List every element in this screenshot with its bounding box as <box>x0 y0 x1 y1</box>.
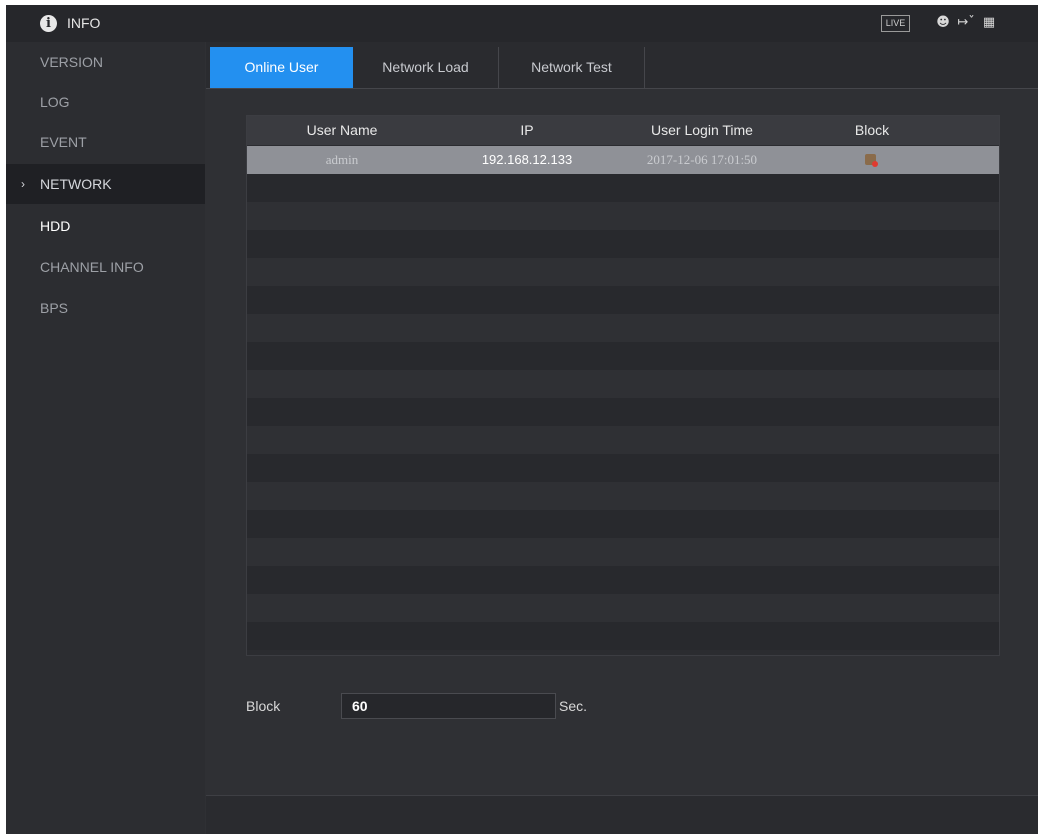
table-header: User Name IP User Login Time Block <box>247 116 999 145</box>
block-unit-label: Sec. <box>559 698 588 714</box>
sidebar: VERSION LOG EVENT › NETWORK HDD CHANNEL … <box>6 42 205 834</box>
column-header-block: Block <box>854 122 890 138</box>
table-row <box>247 482 999 510</box>
footer-bar <box>206 795 1038 834</box>
sidebar-item-bps[interactable]: BPS <box>6 288 205 328</box>
cell-user-name: admin <box>325 152 359 167</box>
column-header-user-name: User Name <box>306 122 378 138</box>
table-row <box>247 258 999 286</box>
sidebar-item-event[interactable]: EVENT <box>6 122 205 162</box>
table-row <box>247 314 999 342</box>
table-row <box>247 202 999 230</box>
logout-icon[interactable]: ↦ˇ <box>955 14 977 32</box>
table-row <box>247 510 999 538</box>
tab-online-user[interactable]: Online User <box>210 47 353 88</box>
table-row <box>247 454 999 482</box>
table-row <box>247 566 999 594</box>
cell-ip: 192.168.12.133 <box>481 152 573 167</box>
table-row <box>247 342 999 370</box>
app-window: i INFO LIVE ☻ ↦ˇ ▦ VERSION LOG EVENT › N… <box>6 5 1038 834</box>
sidebar-item-hdd[interactable]: HDD <box>6 206 205 246</box>
column-header-login-time: User Login Time <box>651 122 753 138</box>
block-duration-input[interactable] <box>341 693 556 719</box>
table-row[interactable]: admin 192.168.12.133 2017-12-06 17:01:50 <box>247 146 999 174</box>
user-icon[interactable]: ☻ <box>935 14 951 32</box>
table-row <box>247 426 999 454</box>
sidebar-item-label: NETWORK <box>40 176 112 192</box>
block-label: Block <box>246 698 281 714</box>
column-header-ip: IP <box>520 122 534 138</box>
page-title: INFO <box>67 15 101 31</box>
block-user-icon[interactable] <box>865 154 878 167</box>
sidebar-item-channel-info[interactable]: CHANNEL INFO <box>6 247 205 287</box>
table-row <box>247 370 999 398</box>
sidebar-item-network[interactable]: › NETWORK <box>6 164 205 204</box>
tab-bar: Online User Network Load Network Test <box>206 42 1038 89</box>
online-user-table: User Name IP User Login Time Block admin… <box>246 115 1000 656</box>
sidebar-item-log[interactable]: LOG <box>6 82 205 122</box>
tab-network-load[interactable]: Network Load <box>353 47 499 88</box>
table-row <box>247 622 999 650</box>
table-row <box>247 398 999 426</box>
table-row <box>247 230 999 258</box>
table-row <box>247 538 999 566</box>
table-row <box>247 594 999 622</box>
info-icon: i <box>40 15 57 32</box>
live-button[interactable]: LIVE <box>881 15 910 32</box>
grid-icon[interactable]: ▦ <box>981 14 997 32</box>
table-row <box>247 174 999 202</box>
tab-network-test[interactable]: Network Test <box>499 47 645 88</box>
sidebar-item-version[interactable]: VERSION <box>6 42 205 82</box>
chevron-right-icon: › <box>21 177 25 191</box>
table-row <box>247 286 999 314</box>
title-bar: i INFO LIVE ☻ ↦ˇ ▦ <box>6 5 1038 42</box>
cell-login-time: 2017-12-06 17:01:50 <box>646 152 758 167</box>
